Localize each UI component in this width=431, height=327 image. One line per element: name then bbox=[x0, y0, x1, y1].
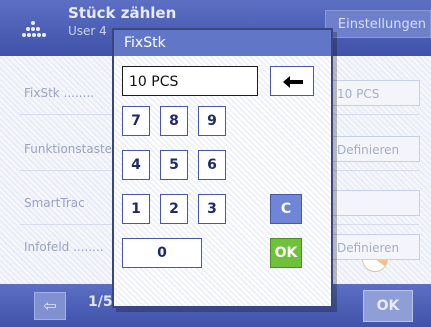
keypad-5[interactable]: 5 bbox=[160, 150, 188, 180]
app-screen: Stück zählen User 4 Einstellungen FixStk… bbox=[0, 0, 431, 327]
app-title: Stück zählen bbox=[68, 4, 177, 22]
ok-button[interactable]: OK bbox=[270, 238, 302, 268]
tab-settings[interactable]: Einstellungen bbox=[325, 10, 431, 38]
keypad-6[interactable]: 6 bbox=[198, 150, 226, 180]
scale-logo-icon bbox=[22, 21, 46, 37]
keypad-0[interactable]: 0 bbox=[122, 238, 202, 268]
fixstk-dialog: FixStk 10 PCS 7 8 9 4 5 6 1 2 3 C 0 OK bbox=[112, 28, 333, 308]
dialog-title: FixStk bbox=[114, 30, 331, 56]
fixstk-input[interactable]: 10 PCS bbox=[122, 66, 258, 96]
backspace-button[interactable] bbox=[270, 66, 314, 96]
keypad-1[interactable]: 1 bbox=[122, 194, 150, 224]
keypad-2[interactable]: 2 bbox=[160, 194, 188, 224]
row-label-funktionstasten: Funktionstasten bbox=[24, 142, 120, 156]
arrow-left-icon: ⇦ bbox=[43, 296, 57, 315]
row-value-funktionstasten[interactable]: Definieren bbox=[330, 136, 420, 162]
row-value-fixstk[interactable]: 10 PCS bbox=[330, 80, 420, 106]
row-value-smarttrac[interactable] bbox=[330, 190, 420, 216]
keypad-8[interactable]: 8 bbox=[160, 106, 188, 136]
row-label-infofeld: Infofeld ........ bbox=[24, 240, 104, 254]
keypad-9[interactable]: 9 bbox=[198, 106, 226, 136]
back-button[interactable]: ⇦ bbox=[34, 292, 66, 320]
keypad-7[interactable]: 7 bbox=[122, 106, 150, 136]
backspace-arrow-icon bbox=[283, 76, 303, 88]
footer-ok-button[interactable]: OK bbox=[363, 290, 413, 322]
keypad-3[interactable]: 3 bbox=[198, 194, 226, 224]
clear-button[interactable]: C bbox=[270, 194, 302, 224]
dialog-body: 10 PCS 7 8 9 4 5 6 1 2 3 C 0 OK bbox=[114, 56, 331, 306]
page-indicator: 1/5 bbox=[88, 294, 113, 310]
row-label-fixstk: FixStk ........ bbox=[24, 86, 95, 100]
app-user: User 4 bbox=[68, 24, 107, 38]
row-value-infofeld[interactable]: Definieren bbox=[330, 234, 420, 260]
row-label-smarttrac: SmartTrac bbox=[24, 196, 85, 210]
keypad-4[interactable]: 4 bbox=[122, 150, 150, 180]
